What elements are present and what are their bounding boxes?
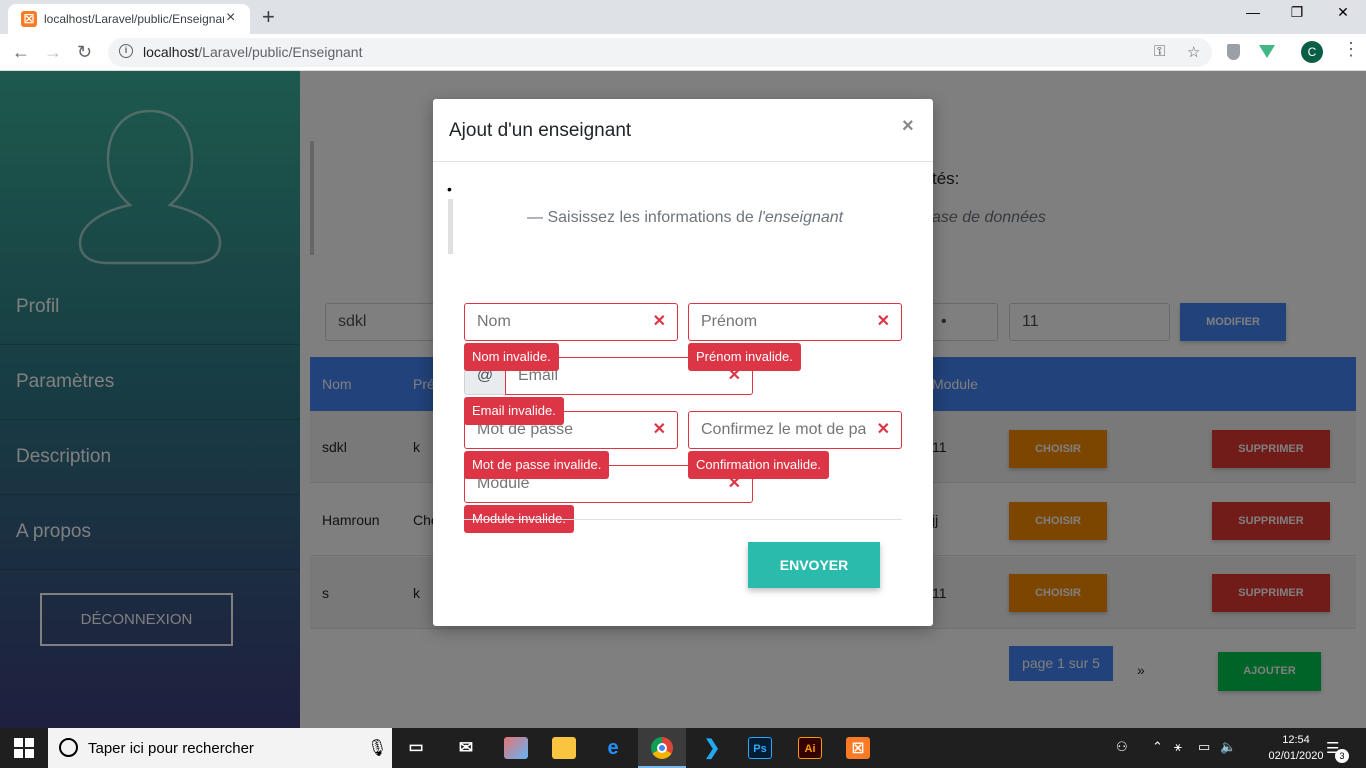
clock[interactable]: 12:54 02/01/2020: [1266, 732, 1326, 764]
file-explorer-icon[interactable]: [540, 728, 588, 768]
prenom-placeholder: Prénom: [701, 313, 758, 330]
browser-tab[interactable]: ☒ localhost/Laravel/public/Enseignant ×: [8, 4, 250, 34]
wifi-icon[interactable]: ⚹: [1174, 739, 1182, 755]
cortana-icon: [59, 738, 78, 757]
password-error-tooltip: Mot de passe invalide.: [464, 451, 610, 479]
xampp-icon[interactable]: ☒: [834, 728, 882, 768]
volume-icon[interactable]: 🔈: [1220, 739, 1236, 755]
vscode-icon[interactable]: ❯: [688, 728, 736, 768]
task-view-icon[interactable]: ▭: [392, 728, 440, 768]
clock-date: 02/01/2020: [1268, 750, 1324, 762]
tab-title: localhost/Laravel/public/Enseignant: [44, 12, 224, 26]
xampp-favicon-icon: ☒: [21, 11, 37, 27]
people-icon[interactable]: ⚇: [1116, 739, 1128, 755]
new-tab-icon[interactable]: +: [262, 4, 275, 30]
email-error-tooltip: Email invalide.: [464, 397, 564, 425]
modal-instructions: — Saisissez les informations de l'enseig…: [527, 209, 844, 226]
nom-field[interactable]: Nom ✕: [464, 303, 678, 341]
taskbar-search[interactable]: Taper ici pour rechercher 🎙: [48, 728, 392, 768]
notification-count: 3: [1335, 749, 1349, 763]
paint-icon[interactable]: [492, 728, 540, 768]
modal-divider: [433, 161, 933, 162]
star-icon[interactable]: ☆: [1187, 43, 1200, 61]
restore-icon[interactable]: ❐: [1274, 4, 1320, 28]
error-x-icon: ✕: [652, 313, 666, 330]
error-x-icon: ✕: [876, 313, 890, 330]
chrome-icon[interactable]: [638, 728, 686, 768]
mail-icon[interactable]: ✉: [442, 728, 490, 768]
info-icon[interactable]: i: [119, 44, 133, 58]
confirm-placeholder: Confirmez le mot de passe: [701, 421, 866, 438]
browser-tabstrip: ☒ localhost/Laravel/public/Enseignant × …: [0, 0, 1366, 34]
confirm-password-field[interactable]: Confirmez le mot de passe ✕: [688, 411, 902, 449]
browser-toolbar: ← → ↻ i localhost/Laravel/public/Enseign…: [0, 34, 1366, 71]
windows-start-icon[interactable]: [14, 738, 34, 758]
minimize-icon[interactable]: —: [1230, 4, 1276, 28]
tab-close-icon[interactable]: ×: [226, 9, 235, 27]
nom-placeholder: Nom: [477, 313, 511, 330]
edge-icon[interactable]: e: [589, 728, 637, 768]
shield-extension-icon[interactable]: [1227, 44, 1240, 60]
illustrator-icon[interactable]: Ai: [786, 728, 834, 768]
profile-avatar[interactable]: C: [1301, 41, 1323, 63]
clock-time: 12:54: [1282, 734, 1310, 746]
error-x-icon: ✕: [652, 421, 666, 438]
prenom-field[interactable]: Prénom ✕: [688, 303, 902, 341]
error-x-icon: ✕: [876, 421, 890, 438]
back-arrow-icon[interactable]: ←: [12, 42, 30, 63]
microphone-icon[interactable]: 🎙: [367, 738, 387, 758]
nom-error-tooltip: Nom invalide.: [464, 343, 559, 371]
add-teacher-modal: Ajout d'un enseignant × • — Saisissez le…: [433, 99, 933, 626]
windows-taskbar: Taper ici pour rechercher 🎙 ▭ ✉ e ❯ Ps A…: [0, 728, 1366, 768]
prenom-error-tooltip: Prénom invalide.: [688, 343, 801, 371]
modal-close-icon[interactable]: ×: [902, 115, 914, 138]
reload-icon[interactable]: ↻: [77, 42, 92, 63]
confirm-error-tooltip: Confirmation invalide.: [688, 451, 830, 479]
list-bullet: •: [447, 181, 452, 197]
photoshop-icon[interactable]: Ps: [736, 728, 784, 768]
search-placeholder: Taper ici pour rechercher: [88, 740, 254, 757]
vue-devtools-icon[interactable]: [1259, 45, 1275, 58]
menu-dots-icon[interactable]: ⋮: [1342, 39, 1360, 60]
address-bar[interactable]: i localhost/Laravel/public/Enseignant ⚿ …: [108, 38, 1212, 67]
key-icon[interactable]: ⚿: [1154, 43, 1165, 60]
modal-title: Ajout d'un enseignant: [449, 120, 632, 141]
send-button[interactable]: ENVOYER: [748, 542, 880, 588]
blockquote-border: [448, 199, 453, 254]
url-text: localhost/Laravel/public/Enseignant: [143, 44, 363, 60]
chevron-up-icon[interactable]: ⌃: [1152, 739, 1163, 755]
form-divider: [464, 519, 902, 520]
window-close-icon[interactable]: ✕: [1320, 4, 1366, 28]
forward-arrow-icon[interactable]: →: [44, 42, 62, 63]
battery-icon[interactable]: ▭: [1198, 739, 1210, 755]
